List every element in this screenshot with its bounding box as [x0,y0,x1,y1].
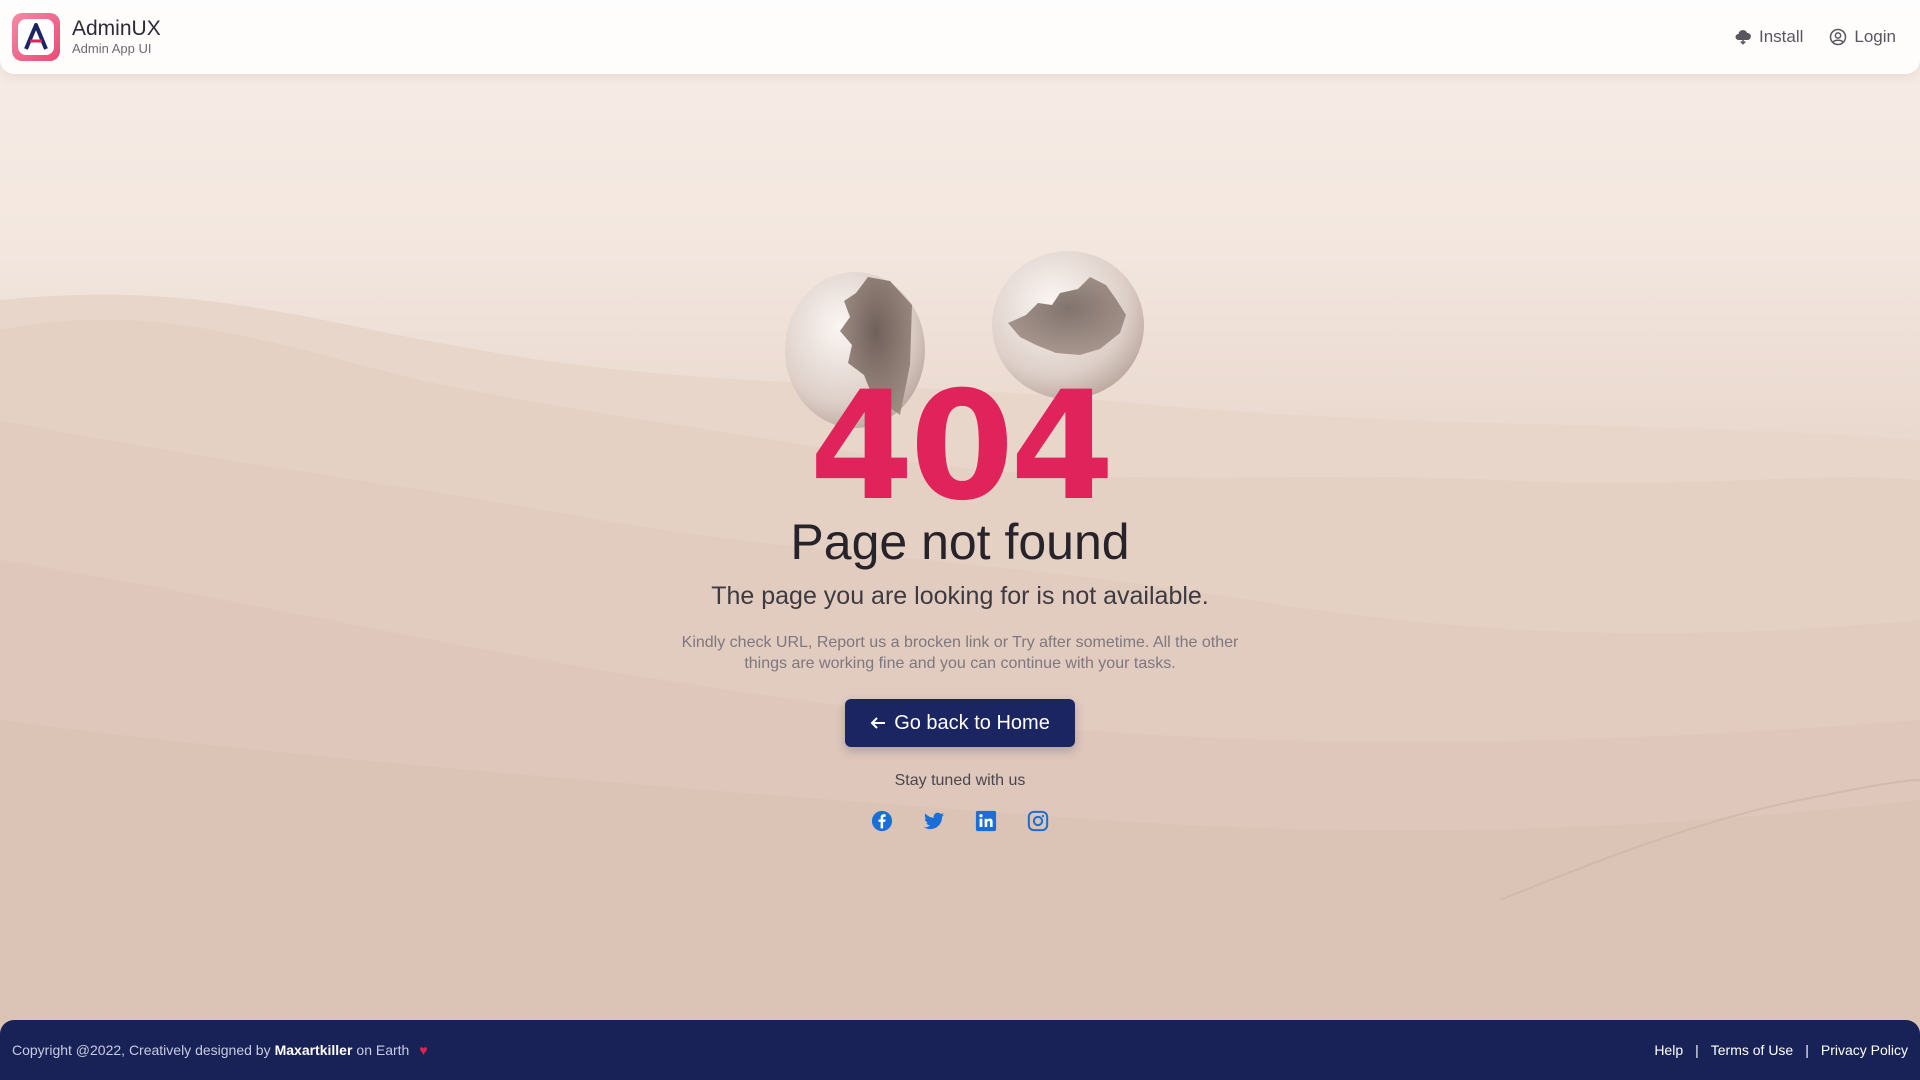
brand[interactable]: AdminUX Admin App UI [12,13,161,61]
twitter-icon[interactable] [923,810,945,832]
error-code: 404 [809,360,1114,534]
error-subtitle: The page you are looking for is not avai… [711,582,1209,610]
go-home-button[interactable]: Go back to Home [845,699,1075,747]
copyright-text: Copyright @2022, Creatively designed by [12,1042,271,1058]
go-home-label: Go back to Home [894,711,1050,734]
stay-tuned-heading: Stay tuned with us [894,772,1026,789]
cloud-download-icon [1735,30,1751,45]
error-title: Page not found [790,514,1130,570]
privacy-link[interactable]: Privacy Policy [1821,1042,1908,1058]
designer-link[interactable]: Maxartkiller [275,1042,353,1058]
error-content: 404 Page not found The page you are look… [0,0,1920,1080]
heart-icon: ♥ [419,1042,428,1058]
terms-link[interactable]: Terms of Use [1711,1042,1793,1058]
logo-a-icon [24,23,48,50]
brand-title: AdminUX [72,17,161,40]
install-link[interactable]: Install [1734,27,1803,47]
login-link[interactable]: Login [1829,27,1896,47]
social-links [0,810,1920,832]
footer-separator: | [1805,1042,1809,1058]
copyright: Copyright @2022, Creatively designed by … [12,1042,428,1058]
footer-links: Help | Terms of Use | Privacy Policy [1654,1042,1908,1058]
login-label: Login [1854,27,1896,46]
brand-subtitle: Admin App UI [72,41,152,56]
app-logo [12,13,60,61]
facebook-icon[interactable] [871,810,893,832]
install-label: Install [1758,27,1804,46]
linkedin-icon[interactable] [975,810,997,832]
help-link[interactable]: Help [1654,1042,1683,1058]
user-circle-icon [1830,28,1847,46]
top-header: AdminUX Admin App UI Install Login [0,0,1920,74]
instagram-icon[interactable] [1027,810,1049,832]
copyright-suffix: on Earth [356,1042,410,1058]
page-footer: Copyright @2022, Creatively designed by … [0,1020,1920,1080]
footer-separator: | [1695,1042,1699,1058]
error-description: Kindly check URL, Report us a brocken li… [681,634,1239,672]
arrow-left-icon [870,717,886,729]
